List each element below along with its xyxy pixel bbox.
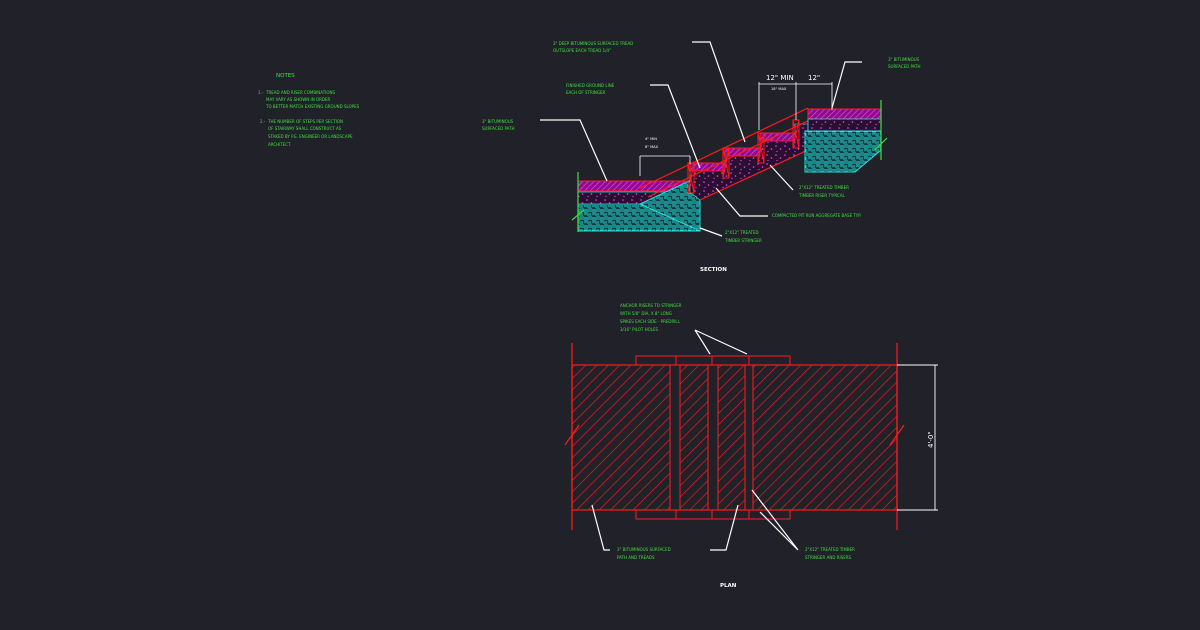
dim-tread: 12" — [808, 74, 820, 82]
upper-subbase — [804, 130, 882, 173]
leader-left-path — [540, 119, 608, 182]
label-stringers-1: 2"X12" TREATED TIMBER — [805, 547, 855, 552]
notes-heading: NOTES — [276, 73, 295, 79]
leader-path — [591, 504, 610, 551]
dim-tread-min: 12" MIN — [766, 74, 794, 82]
notes-block: NOTES 1.- TREAD AND RISER COMBINATIONS M… — [258, 73, 360, 147]
leader-riser — [769, 164, 794, 191]
dim-riser-max: 8" MAX — [645, 145, 659, 149]
label-riser-1: 2"X12" TREATED TIMBER — [799, 185, 849, 190]
dim-tread-max: 18" MAX — [771, 87, 787, 91]
note-2-line-2: OF STAIRWAY SHALL CONSTRUCT AS — [268, 126, 342, 131]
note-2-line-1: THE NUMBER OF STEPS PER SECTION — [267, 119, 343, 124]
leader-anchor — [694, 329, 748, 355]
label-path-1: 3" BITUMINOUS SURFACED — [617, 547, 671, 552]
label-path-2: PATH AND TREADS — [617, 555, 655, 560]
label-anchor-2: WITH 5/8" DIA. X 8" LONG — [620, 311, 672, 316]
leader-right-path — [831, 61, 862, 109]
note-1-line-2: MAY VARY AS SHOWN IN ORDER — [266, 97, 330, 102]
note-2-line-4: ARCHITECT. — [268, 142, 291, 147]
plan-riser-2 — [707, 364, 719, 511]
dim-plan-width: 4'-0" — [927, 431, 935, 448]
label-anchor-4: 3/16" PILOT HOLES — [620, 327, 659, 332]
note-1-number: 1.- — [258, 90, 264, 95]
leader-tread — [692, 41, 746, 143]
label-grade-1: FINISHED GROUND LINE — [566, 83, 615, 88]
dim-riser-min: 4" MIN — [645, 137, 657, 141]
note-1-line-1: TREAD AND RISER COMBINATIONS — [265, 90, 335, 95]
label-stringers-2: STRINGER AND RISERS — [805, 555, 851, 560]
tread-1 — [689, 162, 726, 172]
leader-finished-grade — [650, 84, 701, 169]
label-aggregate: COMPACTED PIT RUN AGGREGATE BASE TYP. — [772, 213, 861, 218]
leader-aggregate — [715, 187, 768, 217]
upper-surfaced-path — [807, 108, 882, 120]
cad-drawing-viewport: NOTES 1.- TREAD AND RISER COMBINATIONS M… — [0, 0, 1200, 630]
label-riser-2: TIMBER RISER TYPICAL — [798, 193, 845, 198]
label-grade-2: EACH OF STRINGER — [566, 90, 606, 95]
label-right-path-2: SURFACED PATH — [888, 64, 921, 69]
section-title: SECTION — [700, 267, 727, 273]
label-tread-1: 3" DEEP BITUMINOUS SURFACED TREAD — [553, 41, 633, 46]
plan-drawing: 4'-0" ANCHOR RISERS TO STRINGER WITH 5/8… — [564, 303, 938, 589]
section-drawing: 12" MIN 12" 18" MAX 4" MIN 8" MAX 3" DEE… — [482, 41, 921, 273]
drawing-canvas: NOTES 1.- TREAD AND RISER COMBINATIONS M… — [258, 41, 938, 589]
label-anchor-1: ANCHOR RISERS TO STRINGER — [620, 303, 682, 308]
plan-title: PLAN — [720, 583, 737, 589]
label-left-path-2: SURFACED PATH — [482, 126, 515, 131]
leader-stringer — [699, 227, 723, 237]
leader-path-2 — [710, 504, 739, 551]
plan-riser-1 — [669, 364, 681, 511]
label-anchor-3: SPIKES EACH SIDE - PREDRILL — [620, 319, 681, 324]
label-stringer-2: TIMBER STRINGER — [724, 238, 762, 243]
plan-surfaced-path — [571, 364, 898, 511]
tread-3 — [759, 132, 796, 142]
label-stringer-1: 2"X12" TREATED — [725, 230, 759, 235]
label-left-path-1: 3" BITUMINOUS — [482, 119, 514, 124]
label-right-path-1: 3" BITUMINOUS — [888, 57, 920, 62]
label-tread-2: OUTSLOPE EACH TREAD 1/4" — [553, 48, 611, 53]
upper-aggregate — [807, 118, 882, 132]
note-2-line-3: STAKED BY P.E. ENGINEER OR LANDSCAPE — [268, 134, 353, 139]
note-1-line-3: TO BETTER MATCH EXISTING GROUND SLOPES — [265, 104, 360, 109]
note-2-number: 2.- — [260, 119, 266, 124]
plan-riser-3 — [744, 364, 754, 511]
